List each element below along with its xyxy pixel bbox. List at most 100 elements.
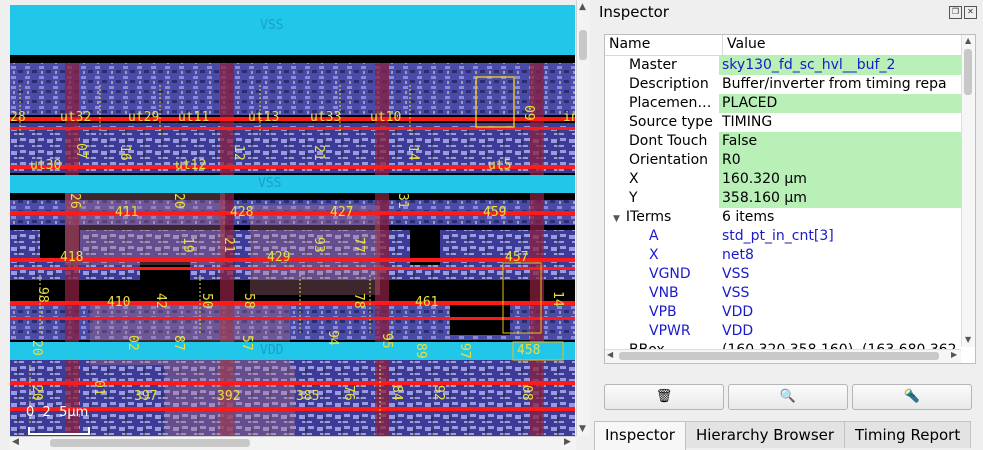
property-value[interactable]: 358.160 μm (719, 189, 975, 208)
table-row[interactable]: VPB VDD (605, 303, 975, 322)
table-row[interactable]: Xnet8 (605, 246, 975, 265)
pin-net[interactable]: VSS (719, 284, 975, 303)
vertical-label: 93 (311, 237, 326, 253)
pin-name[interactable]: VPB (605, 303, 719, 322)
instance-label: 397 (134, 389, 158, 404)
scroll-left-icon[interactable]: ◀ (607, 350, 613, 359)
vertical-label: 07 (73, 143, 88, 159)
vertical-label: 20 (29, 385, 44, 401)
property-value[interactable]: sky130_fd_sc_hvl__buf_2 (719, 56, 975, 75)
table-row[interactable]: Master sky130_fd_sc_hvl__buf_2 (605, 56, 975, 75)
table-row[interactable]: VGND VSS (605, 265, 975, 284)
dock-controls: ❐ ✕ (949, 6, 977, 19)
scroll-left-icon[interactable]: ◀ (12, 437, 19, 447)
scrollbar-thumb[interactable] (579, 30, 587, 60)
pin-name[interactable]: VPWR (605, 322, 719, 341)
pin-net[interactable]: VSS (719, 265, 975, 284)
tab-hierarchy-browser[interactable]: Hierarchy Browser (684, 421, 846, 448)
column-header-value[interactable]: Value (723, 35, 765, 55)
scrollbar-thumb[interactable] (619, 352, 939, 360)
pin-name[interactable]: X (605, 246, 719, 265)
vertical-label: 14 (550, 291, 565, 307)
table-row[interactable]: Dont Touch False (605, 132, 975, 151)
dock-tabs: Inspector Hierarchy Browser Timing Repor… (594, 421, 983, 450)
table-row[interactable]: X 160.320 μm (605, 170, 975, 189)
vertical-label: 08 (519, 385, 534, 401)
scroll-down-icon[interactable]: ▼ (965, 335, 971, 344)
table-row[interactable]: VPWR VDD (605, 322, 975, 341)
layout-viewer[interactable]: VSS VSS VDD 28 ut32 ut29 ut11 ut13 ut33 … (0, 0, 590, 450)
vertical-label: 21 (311, 145, 326, 161)
scrollbar-thumb[interactable] (964, 49, 972, 95)
pin-name[interactable]: VGND (605, 265, 719, 284)
instance-label: 429 (267, 250, 291, 265)
delete-button[interactable]: 🗑 (604, 384, 724, 410)
table-row[interactable]: VNB VSS (605, 284, 975, 303)
pin-net[interactable]: VDD (719, 303, 975, 322)
scroll-right-icon[interactable]: ▶ (951, 350, 957, 359)
property-name: Dont Touch (629, 133, 708, 149)
vertical-label: 89 (413, 343, 428, 359)
zoom-to-button[interactable]: 🔍 (728, 384, 848, 410)
table-row[interactable]: Placemen… PLACED (605, 94, 975, 113)
instance-label: 418 (60, 250, 84, 265)
instance-label: ut33 (310, 110, 342, 125)
instance-label: 427 (330, 205, 354, 220)
property-name: X (629, 171, 639, 187)
viewer-vertical-scrollbar[interactable]: ▲ ▼ (576, 0, 590, 436)
instance-label: 428 (230, 205, 254, 220)
table-row[interactable]: ▼ ITerms 6 items (605, 208, 975, 227)
viewer-horizontal-scrollbar[interactable]: ◀ ▶ (10, 436, 576, 450)
property-table[interactable]: Name Value Master sky130_fd_sc_hvl__buf_2… (604, 34, 976, 364)
iterms-label: ITerms (625, 209, 672, 225)
vertical-label: 76 (341, 385, 356, 401)
tab-timing-report[interactable]: Timing Report (844, 421, 972, 448)
vertical-label: 12 (231, 145, 246, 161)
vertical-label: 01 (91, 380, 106, 396)
property-value[interactable]: False (719, 132, 975, 151)
pin-name[interactable]: VNB (605, 284, 719, 303)
scroll-up-icon[interactable]: ▲ (579, 2, 586, 12)
table-row[interactable]: Y 358.160 μm (605, 189, 975, 208)
vertical-label: 50 (199, 293, 214, 309)
property-value[interactable]: R0 (719, 151, 975, 170)
vertical-label: 77 (351, 237, 366, 253)
layout-canvas[interactable]: VSS VSS VDD 28 ut32 ut29 ut11 ut13 ut33 … (10, 5, 575, 436)
table-row[interactable]: Astd_pt_in_cnt[3] (605, 227, 975, 246)
property-name: Source type (629, 114, 713, 130)
column-header-name[interactable]: Name (605, 35, 723, 55)
float-icon[interactable]: ❐ (949, 6, 962, 19)
pin-net[interactable]: VDD (719, 322, 975, 341)
tab-inspector[interactable]: Inspector (594, 421, 686, 450)
pin-name[interactable]: A (605, 227, 719, 246)
property-value: 6 items (722, 209, 775, 225)
collapse-arrow-icon[interactable]: ▼ (613, 214, 620, 224)
table-row[interactable]: Description Buffer/inverter from timing r… (605, 75, 975, 94)
vertical-label: 16 (117, 145, 132, 161)
property-value[interactable]: PLACED (719, 94, 975, 113)
pin-net[interactable]: std_pt_in_cnt[3] (719, 227, 975, 246)
instance-label: ut29 (128, 110, 160, 125)
vertical-label: 84 (389, 385, 404, 401)
vertical-label: 09 (521, 105, 536, 121)
scroll-up-icon[interactable]: ▲ (965, 36, 971, 45)
property-name: Orientation (629, 152, 709, 168)
scrollbar-thumb[interactable] (50, 439, 250, 447)
vertical-label: 95 (379, 333, 394, 349)
scroll-down-icon[interactable]: ▼ (579, 424, 586, 434)
property-value[interactable]: 160.320 μm (719, 170, 975, 189)
pin-net[interactable]: net8 (719, 246, 975, 265)
table-row[interactable]: Source type TIMING (605, 113, 975, 132)
flashlight-icon: 🔦 (903, 389, 921, 404)
table-vertical-scrollbar[interactable]: ▲ ▼ (961, 35, 975, 347)
table-horizontal-scrollbar[interactable]: ◀ ▶ (605, 349, 961, 363)
instance-label: 392 (217, 389, 241, 404)
table-row[interactable]: Orientation R0 (605, 151, 975, 170)
instance-label: ut30 (30, 158, 62, 173)
close-icon[interactable]: ✕ (964, 6, 977, 19)
instance-label: ut13 (248, 110, 280, 125)
vertical-label: 26 (67, 193, 82, 209)
highlight-button[interactable]: 🔦 (852, 384, 972, 410)
scroll-right-icon[interactable]: ▶ (564, 437, 571, 447)
vertical-label: 42 (153, 293, 168, 309)
